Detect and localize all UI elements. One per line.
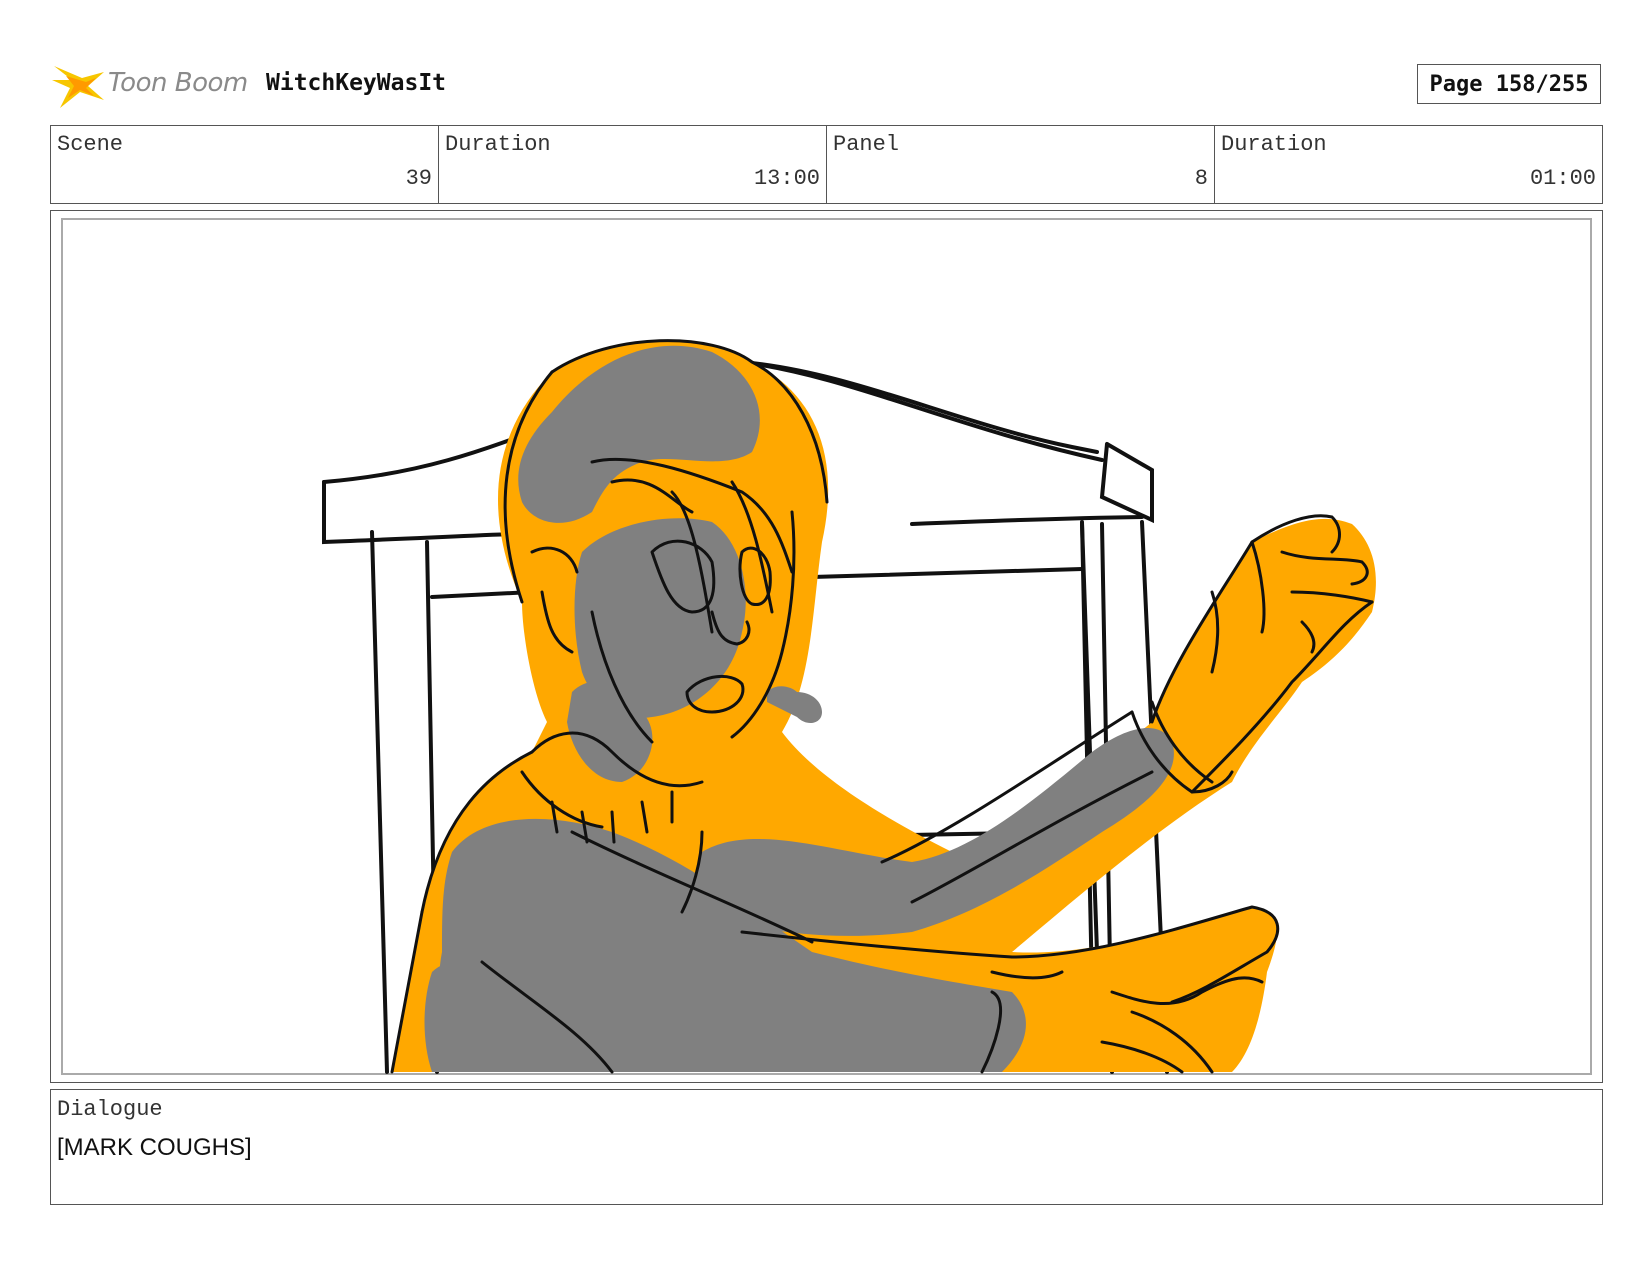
scene-cell: Scene 39 [51, 126, 439, 203]
page-indicator: Page 158/255 [1417, 64, 1601, 104]
scene-label: Scene [57, 132, 124, 157]
project-title: WitchKeyWasIt [266, 70, 447, 96]
scene-info-row: Scene 39 Duration 13:00 Panel 8 Duration… [50, 125, 1603, 204]
scene-duration-value: 13:00 [753, 166, 820, 191]
storyboard-drawing [322, 339, 1376, 1074]
toon-boom-logo: Toon Boom [52, 58, 252, 112]
panel-duration-cell: Duration 01:00 [1215, 126, 1602, 203]
character-mark [390, 339, 1376, 1074]
panel-cell: Panel 8 [827, 126, 1215, 203]
dialogue-label: Dialogue [57, 1097, 163, 1122]
panel-label: Panel [833, 132, 900, 157]
logo-burst-icon [52, 66, 104, 108]
dialogue-box: Dialogue [MARK COUGHS] [50, 1089, 1603, 1205]
scene-duration-cell: Duration 13:00 [439, 126, 827, 203]
logo-wordmark: Toon Boom [108, 68, 248, 98]
scene-value: 39 [405, 166, 432, 191]
panel-duration-label: Duration [1221, 132, 1327, 157]
panel-duration-value: 01:00 [1529, 166, 1596, 191]
dialogue-text: [MARK COUGHS] [57, 1134, 252, 1161]
scene-duration-label: Duration [445, 132, 551, 157]
panel-value: 8 [1194, 166, 1208, 191]
